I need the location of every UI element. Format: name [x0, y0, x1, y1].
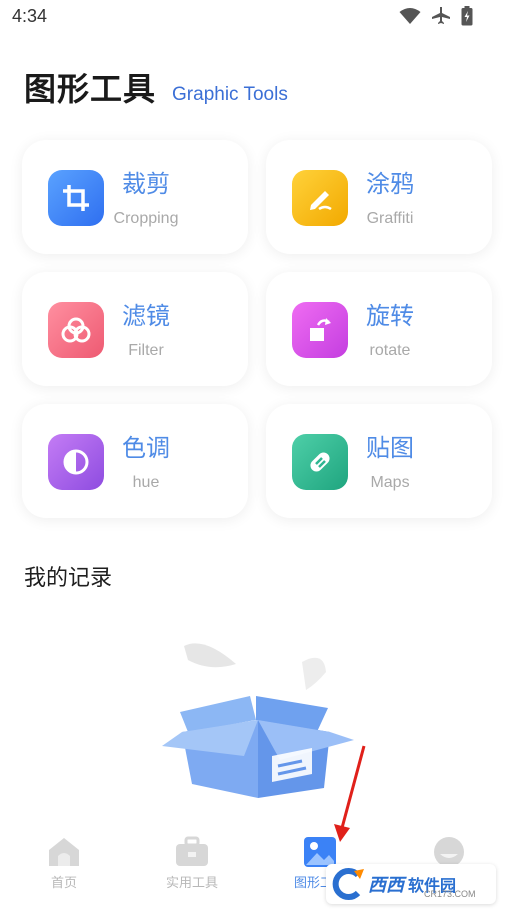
battery-icon	[461, 6, 473, 26]
pen-icon	[292, 170, 348, 226]
contrast-icon	[48, 434, 104, 490]
tool-name: 裁剪	[122, 170, 170, 198]
status-icons	[399, 6, 473, 26]
tool-card-graffiti[interactable]: 涂鸦 Graffiti	[266, 140, 492, 254]
tool-name: 旋转	[366, 302, 414, 330]
briefcase-icon	[176, 836, 208, 866]
filter-icon	[48, 302, 104, 358]
watermark-brand: 西西	[368, 875, 404, 896]
tool-card-filter[interactable]: 滤镜 Filter	[22, 272, 248, 386]
rotate-icon	[292, 302, 348, 358]
status-bar: 4:34	[0, 0, 513, 36]
tool-card-cropping[interactable]: 裁剪 Cropping	[22, 140, 248, 254]
tool-name: 贴图	[366, 434, 414, 462]
tab-home[interactable]: 首页	[24, 836, 104, 891]
tool-card-maps[interactable]: 贴图 Maps	[266, 404, 492, 518]
crop-icon	[48, 170, 104, 226]
tool-grid: 裁剪 Cropping 涂鸦 Graffiti 滤镜 Filter 旋转 rot…	[22, 140, 492, 518]
tool-en-name: hue	[132, 474, 160, 491]
tool-en-name: Cropping	[113, 210, 179, 227]
tab-utility-tools[interactable]: 实用工具	[152, 836, 232, 891]
tab-label: 首页	[50, 876, 77, 891]
airplane-icon	[432, 7, 450, 24]
sticker-icon	[292, 434, 348, 490]
tool-name: 滤镜	[122, 302, 170, 330]
page-header: 图形工具 Graphic Tools	[24, 64, 288, 110]
tool-name: 色调	[122, 434, 170, 462]
watermark-url: CR173.COM	[424, 889, 476, 899]
page-title: 图形工具	[24, 70, 157, 108]
tool-card-hue[interactable]: 色调 hue	[22, 404, 248, 518]
tool-en-name: Graffiti	[366, 210, 414, 227]
status-time: 4:34	[12, 6, 48, 26]
records-title: 我的记录	[24, 566, 113, 591]
watermark-c-icon	[332, 868, 364, 900]
tab-label: 实用工具	[165, 876, 218, 891]
wifi-icon	[399, 8, 421, 24]
watermark-logo: 西西 软件园 CR173.COM	[326, 864, 496, 904]
tool-en-name: rotate	[369, 342, 411, 359]
tool-en-name: Filter	[128, 342, 164, 359]
tool-card-rotate[interactable]: 旋转 rotate	[266, 272, 492, 386]
page-subtitle: Graphic Tools	[172, 84, 288, 105]
tool-en-name: Maps	[370, 474, 410, 491]
home-icon	[49, 838, 79, 866]
tool-name: 涂鸦	[366, 170, 414, 198]
